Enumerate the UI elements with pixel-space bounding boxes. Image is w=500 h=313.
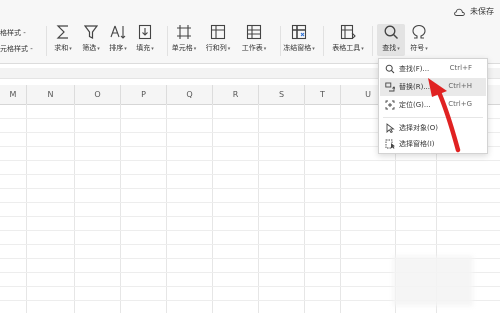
- cloud-icon: [454, 8, 466, 16]
- column-header-P[interactable]: P: [121, 85, 167, 104]
- freeze-panes-icon: [291, 24, 307, 40]
- grid-col-line: [340, 104, 341, 313]
- grid-col-line: [212, 104, 213, 313]
- unsaved-status[interactable]: 未保存: [454, 6, 494, 17]
- grid-col-line: [74, 104, 75, 313]
- grid-row-line: [0, 160, 500, 161]
- grid-row-line: [0, 230, 500, 231]
- menu-item-replace-shortcut: Ctrl+H: [448, 82, 472, 90]
- menu-item-selection-pane[interactable]: 选择窗格(I): [380, 135, 486, 153]
- unsaved-label: 未保存: [470, 7, 494, 16]
- cell-icon: [177, 25, 191, 39]
- fill-label: 填充: [136, 44, 151, 52]
- table-tools-label: 表格工具: [332, 44, 361, 52]
- cell-label: 单元格: [171, 44, 193, 52]
- menu-item-goto-label: 定位(G)...: [399, 101, 431, 109]
- locate-icon: [385, 100, 395, 110]
- blurred-region: [393, 256, 473, 306]
- row-col-icon: [210, 24, 226, 40]
- table-tools-icon: [340, 24, 356, 40]
- separator: [323, 26, 324, 56]
- menu-item-selection-pane-label: 选择窗格(I): [399, 140, 435, 148]
- menu-item-replace[interactable]: 替换(R)... Ctrl+H: [380, 78, 486, 96]
- cell-style-dropdown[interactable]: 元格样式 -: [0, 44, 33, 54]
- cell-style-top-label[interactable]: 格样式 -: [0, 28, 26, 38]
- filter-icon: [84, 25, 98, 39]
- sum-icon: [56, 25, 68, 39]
- replace-icon: [385, 82, 395, 92]
- row-col-label: 行和列: [205, 44, 227, 52]
- freeze-panes-label: 冻结窗格: [283, 44, 312, 52]
- menu-item-find-shortcut: Ctrl+F: [449, 64, 472, 72]
- column-header-T[interactable]: T: [305, 85, 341, 104]
- fill-button[interactable]: 填充▾: [124, 24, 166, 60]
- find-label: 查找: [382, 44, 397, 52]
- worksheet-icon: [246, 24, 262, 40]
- select-object-icon: [386, 123, 395, 133]
- table-tools-button[interactable]: 表格工具▾: [327, 24, 369, 60]
- worksheet-button[interactable]: 工作表▾: [233, 24, 275, 60]
- omega-icon: [412, 24, 426, 39]
- fill-icon: [138, 24, 152, 40]
- menu-item-find[interactable]: 查找(F)... Ctrl+F: [380, 60, 486, 78]
- grid-col-line: [166, 104, 167, 313]
- column-header-O[interactable]: O: [75, 85, 121, 104]
- grid-row-line: [0, 244, 500, 245]
- grid-col-line: [258, 104, 259, 313]
- column-header-S[interactable]: S: [259, 85, 305, 104]
- find-dropdown-menu: 查找(F)... Ctrl+F 替换(R)... Ctrl+H 定位(G)...…: [378, 58, 488, 154]
- grid-row-line: [0, 216, 500, 217]
- grid-col-line: [26, 104, 27, 313]
- ribbon-toolbar: 格样式 - 元格样式 - 求和▾ 筛选▾ 排序▾ 填充▾ 单元格▾ 行和列▾ 工…: [0, 0, 500, 64]
- symbol-label: 符号: [410, 44, 425, 52]
- sum-label: 求和: [54, 44, 69, 52]
- filter-label: 筛选: [82, 44, 97, 52]
- column-header-Q[interactable]: Q: [167, 85, 213, 104]
- search-icon: [385, 64, 395, 74]
- sort-label: 排序: [109, 44, 124, 52]
- grid-col-line: [304, 104, 305, 313]
- menu-item-select-objects-label: 选择对象(O): [399, 124, 438, 132]
- worksheet-label: 工作表: [241, 44, 263, 52]
- menu-item-find-label: 查找(F)...: [399, 65, 430, 73]
- menu-item-goto[interactable]: 定位(G)... Ctrl+G: [380, 96, 486, 114]
- grid-row-line: [0, 174, 500, 175]
- grid-row-line: [0, 202, 500, 203]
- freeze-panes-button[interactable]: 冻结窗格▾: [278, 24, 320, 60]
- menu-separator: [383, 117, 483, 118]
- search-icon: [384, 25, 398, 39]
- symbol-button[interactable]: 符号▾: [398, 24, 440, 60]
- column-header-R[interactable]: R: [213, 85, 259, 104]
- grid-col-line: [120, 104, 121, 313]
- column-header-N[interactable]: N: [27, 85, 75, 104]
- menu-item-goto-shortcut: Ctrl+G: [448, 100, 472, 108]
- selection-pane-icon: [385, 139, 395, 149]
- grid-row-line: [0, 188, 500, 189]
- menu-item-replace-label: 替换(R)...: [399, 83, 431, 91]
- column-header-M[interactable]: M: [0, 85, 27, 104]
